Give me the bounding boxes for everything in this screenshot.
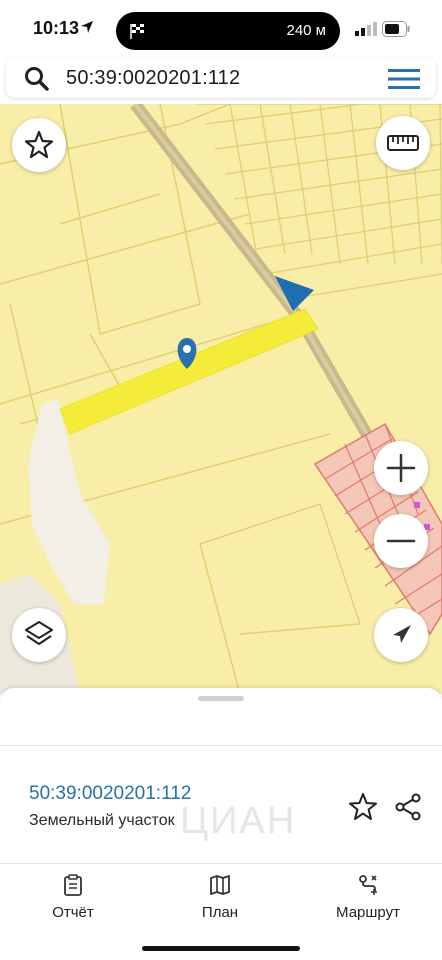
ruler-icon [387, 135, 419, 151]
layers-icon [25, 621, 53, 645]
checkered-flag-icon [130, 24, 144, 39]
island-distance: 240 м [286, 22, 326, 39]
search-bar[interactable]: 50:39:0020201:112 [6, 58, 436, 98]
route-icon [359, 875, 377, 895]
divider [0, 745, 442, 746]
map-icon [210, 875, 230, 895]
divider [0, 863, 442, 864]
home-indicator[interactable] [142, 946, 300, 951]
sheet-drag-handle[interactable] [198, 696, 244, 701]
menu-icon[interactable] [388, 68, 420, 90]
parcel-info-sheet[interactable]: ЦИАН 50:39:0020201:112 Земельный участок… [0, 688, 442, 960]
clipboard-icon [64, 874, 82, 896]
map-view[interactable] [0, 104, 442, 694]
status-time: 10:13 [33, 18, 80, 38]
search-icon[interactable] [24, 66, 50, 92]
favorite-map-button[interactable] [12, 118, 66, 172]
tab-label: Маршрут [336, 904, 400, 921]
minus-icon [386, 539, 416, 543]
layers-button[interactable] [12, 608, 66, 662]
star-icon [24, 130, 54, 159]
tab-plan[interactable]: План [165, 874, 275, 921]
share-icon[interactable] [393, 792, 423, 822]
watermark-text: ЦИАН [180, 800, 297, 842]
tab-route[interactable]: Маршрут [313, 874, 423, 921]
battery-icon [382, 21, 410, 37]
ruler-button[interactable] [376, 116, 430, 170]
search-input[interactable]: 50:39:0020201:112 [66, 67, 240, 90]
tab-label: План [201, 904, 239, 921]
zoom-in-button[interactable] [374, 441, 428, 495]
locate-icon [393, 625, 411, 643]
signal-icon [355, 22, 377, 36]
parcel-type: Земельный участок [29, 812, 175, 829]
map-canvas[interactable] [0, 104, 442, 694]
dynamic-island: 240 м [116, 12, 340, 50]
plus-icon [386, 453, 416, 483]
location-arrow-icon [81, 21, 93, 33]
zoom-out-button[interactable] [374, 514, 428, 568]
locate-button[interactable] [374, 608, 428, 662]
status-bar: 10:13 240 м [0, 0, 442, 58]
tab-report[interactable]: Отчёт [18, 874, 128, 921]
tab-label: Отчёт [52, 904, 94, 921]
cadastral-number[interactable]: 50:39:0020201:112 [29, 783, 191, 805]
favorite-star-icon[interactable] [348, 792, 378, 822]
